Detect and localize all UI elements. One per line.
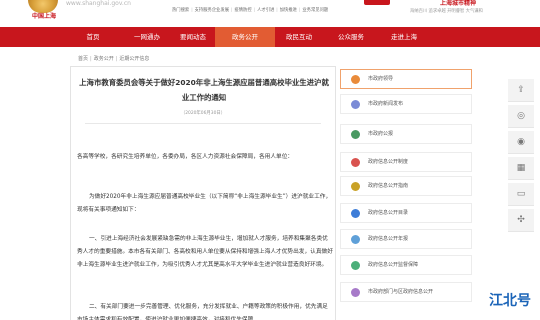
quick-links: 热门搜索 | 支持服务企业发展 | 疫情防控 | 人才引进 | 加快推进 | 业务常见问题 [172, 8, 328, 14]
site-url: www.shanghai.gov.cn [66, 0, 131, 7]
divider: | [191, 8, 193, 13]
sidebar-item-disclosure-catalog[interactable]: 政府信息公开目录 [340, 203, 472, 223]
sidebar-item-district-disclosure[interactable]: 市政府部门与区政府信息公开 [340, 282, 472, 302]
city-spirit-slogan: 海纳百川 追求卓越 开明睿智 大气谦和 [410, 9, 483, 14]
sidebar-item-leaders[interactable]: 市政府领导 [340, 69, 472, 89]
logo-text: 中国上海 [32, 13, 57, 20]
article-paragraph: 一、引进上海经济社会发展紧缺急需的非上海生源毕业生，增加就人才服务，培养和集聚各… [77, 236, 333, 268]
article-panel: 上海市教育委员会等关于做好2020年非上海生源应届普通高校毕业生进沪就业工作的通… [70, 66, 336, 320]
sidebar-item-label: 市政府部门与区政府信息公开 [368, 289, 434, 295]
person-icon [351, 75, 360, 84]
divider: | [276, 8, 278, 13]
article-date: （2020年06月30日） [180, 111, 226, 116]
quick-link[interactable]: 人才引进 [257, 8, 274, 14]
doc-icon [351, 158, 360, 167]
quick-link[interactable]: 加快推进 [280, 8, 297, 14]
article-paragraph: 为做好2020年非上海生源应届普通高校毕业生（以下简称“非上海生源毕业生”）进沪… [77, 194, 332, 213]
qrcode-icon[interactable]: ▦ [508, 157, 534, 180]
divider: | [253, 8, 256, 13]
mic-icon [351, 100, 360, 109]
sidebar-item-label: 政府信息公开指南 [368, 183, 409, 189]
page: 中国上海 www.shanghai.gov.cn 热门搜索 | 支持服务企业发展 |… [0, 0, 540, 320]
breadcrumb-home[interactable]: 首页 [78, 56, 88, 62]
sidebar-item-disclosure-guide[interactable]: 政府信息公开指南 [340, 176, 472, 196]
quick-link[interactable]: 支持服务企业发展 [195, 8, 229, 14]
sidebar-item-gazette[interactable]: 市政府公报 [340, 124, 472, 144]
breadcrumb-current[interactable]: 近期公开信息 [119, 56, 149, 62]
breadcrumb-gov-affairs[interactable]: 政务公开 [94, 56, 114, 62]
share-icon[interactable]: ⇪ [508, 79, 534, 102]
quick-link[interactable]: 热门搜索 [172, 8, 189, 14]
shield-icon [351, 261, 360, 270]
sidebar-item-label: 政府信息公开监督保障 [368, 262, 419, 268]
book-icon [351, 182, 360, 191]
info-disclosure-sidebar: 市政府领导 市政府新闻发布 市政府公报 政府信息公开制度 政府信息公开指南 政府… [340, 66, 472, 320]
city-spirit-title: 上海城市精神 [440, 0, 477, 7]
main-nav: 首页 一网通办 要闻动态 政务公开 政民互动 公众服务 走进上海 [0, 27, 540, 47]
quick-link[interactable]: 业务常见问题 [302, 8, 328, 14]
top-icon[interactable]: ✣ [508, 209, 534, 232]
sidebar-item-press[interactable]: 市政府新闻发布 [340, 94, 472, 114]
article-title: 上海市教育委员会等关于做好2020年非上海生源应届普通高校毕业生进沪就业工作的通… [79, 78, 329, 102]
message-icon[interactable]: ▭ [508, 183, 534, 206]
chart-icon [351, 235, 360, 244]
article-paragraph: 二、有关部门要进一步完善管理、优化服务，充分发挥就业、户籍等政策的积极作用，优先… [77, 304, 328, 320]
weibo-icon[interactable]: ◉ [508, 131, 534, 154]
nav-item-gov-affairs[interactable]: 政务公开 [215, 27, 275, 47]
pin-icon [351, 209, 360, 218]
divider: | [298, 8, 301, 13]
breadcrumb-separator: | [115, 56, 118, 62]
breadcrumb-separator: | [90, 56, 92, 62]
article-paragraph: 各高等学校，各研究生培养单位，各委办局，各区人力资源社会保障局，各用人单位： [77, 154, 294, 160]
wechat-icon[interactable]: ◎ [508, 105, 534, 128]
sidebar-item-label: 政府信息公开制度 [368, 159, 409, 165]
sidebar-item-supervision[interactable]: 政府信息公开监督保障 [340, 255, 472, 275]
breadcrumb: 首页 | 政务公开 | 近期公开信息 [78, 55, 149, 63]
sidebar-item-label: 政府信息公开目录 [368, 210, 409, 216]
nav-item-about-shanghai[interactable]: 走进上海 [373, 27, 435, 47]
building-icon [351, 288, 360, 297]
divider [85, 123, 321, 124]
sidebar-item-disclosure-rules[interactable]: 政府信息公开制度 [340, 152, 472, 172]
divider: | [231, 8, 233, 13]
star-icon [351, 130, 360, 139]
sidebar-item-label: 政府信息公开年报 [368, 236, 409, 242]
quick-link[interactable]: 疫情防控 [234, 8, 251, 14]
watermark: 江北号 [482, 288, 538, 314]
sidebar-item-label: 市政府新闻发布 [368, 101, 404, 107]
search-button[interactable] [364, 0, 390, 5]
shanghai-emblem-logo[interactable] [28, 0, 58, 13]
sidebar-item-label: 市政府公报 [368, 131, 394, 137]
sidebar-item-annual-report[interactable]: 政府信息公开年报 [340, 229, 472, 249]
nav-item-home[interactable]: 首页 [62, 27, 124, 47]
top-header: 中国上海 www.shanghai.gov.cn 热门搜索 | 支持服务企业发展 |… [0, 0, 540, 27]
sidebar-item-label: 市政府领导 [368, 76, 394, 82]
